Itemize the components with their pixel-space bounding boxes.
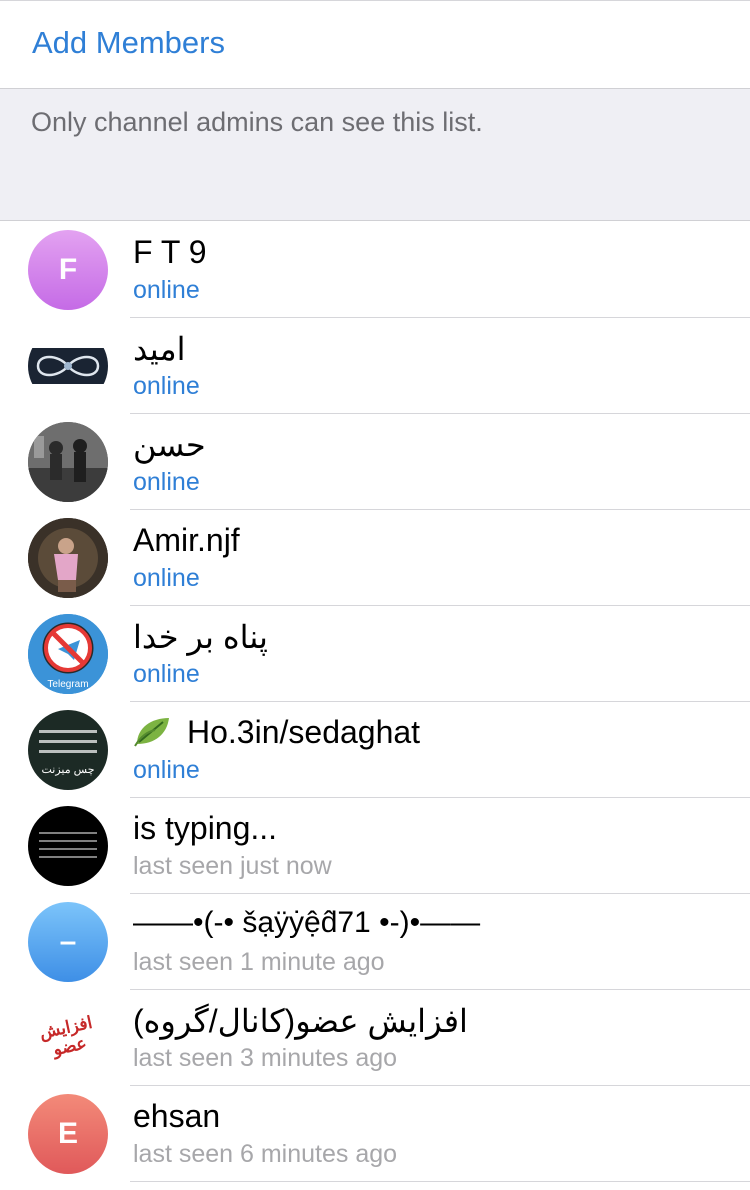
add-members-label: Add Members <box>32 25 225 60</box>
avatar-caption: چس میزنت <box>41 764 95 776</box>
member-name: Ho.3in/sedaghat <box>133 714 420 752</box>
member-row[interactable]: Telegram پناه بر خدا online <box>0 606 750 702</box>
member-row[interactable]: – ——•(-• šạÿẏệd̂71 •-)•—— last seen 1 mi… <box>0 894 750 990</box>
member-name: ehsan <box>133 1098 221 1134</box>
avatar: E <box>28 1094 108 1174</box>
member-name: حسن <box>133 427 206 463</box>
member-name: ——•(-• šạÿẏệd̂71 •-)•—— <box>133 906 481 939</box>
member-name: امید <box>133 331 186 367</box>
avatar-text-line <box>39 832 97 834</box>
member-list: F F T 9 online امید online حسن online Am… <box>0 222 750 1182</box>
member-name: is typing... <box>133 810 278 846</box>
avatar: F <box>28 230 108 310</box>
avatar: چس میزنت <box>28 710 108 790</box>
member-row[interactable]: افزایش عضو افزایش عضو(کانال/گروه) last s… <box>0 990 750 1086</box>
avatar <box>28 326 108 406</box>
member-row[interactable]: is typing... last seen just now <box>0 798 750 894</box>
row-divider <box>130 1181 750 1182</box>
avatar-text-line <box>39 740 97 743</box>
avatar-initial: F <box>58 253 78 286</box>
member-status: online <box>133 564 200 592</box>
member-row[interactable]: F F T 9 online <box>0 222 750 318</box>
member-status: last seen 1 minute ago <box>133 948 385 976</box>
member-name: افزایش عضو(کانال/گروه) <box>133 1003 468 1039</box>
avatar-caption: Telegram <box>47 679 89 690</box>
person-photo-icon <box>28 518 108 598</box>
add-members-button[interactable]: Add Members <box>0 1 750 88</box>
member-status: online <box>133 468 200 496</box>
member-status: online <box>133 660 200 688</box>
admin-notice-text: Only channel admins can see this list. <box>31 107 483 137</box>
member-row[interactable]: چس میزنت Ho.3in/sedaghat online <box>0 702 750 798</box>
member-name: F T 9 <box>133 234 207 270</box>
member-name-text: Ho.3in/sedaghat <box>187 714 421 750</box>
avatar: – <box>28 902 108 982</box>
avatar-text-line <box>39 848 97 850</box>
avatar-caption: افزایش عضو <box>37 1013 94 1060</box>
member-name: Amir.njf <box>133 522 240 558</box>
avatar <box>28 806 108 886</box>
member-status: last seen just now <box>133 852 332 880</box>
avatar-text-line <box>39 840 97 842</box>
leaf-emoji-icon <box>134 717 169 747</box>
admin-notice: Only channel admins can see this list. <box>0 88 750 221</box>
avatar-initial: E <box>57 1117 78 1150</box>
avatar-text-line <box>39 730 97 733</box>
avatar <box>28 422 108 502</box>
member-row[interactable]: Amir.njf online <box>0 510 750 606</box>
member-row[interactable]: E ehsan last seen 6 minutes ago <box>0 1086 750 1182</box>
member-status: last seen 6 minutes ago <box>133 1140 398 1168</box>
people-photo-icon <box>28 422 108 502</box>
avatar: Telegram <box>28 614 108 694</box>
infinity-image-icon <box>28 348 108 384</box>
avatar-text-line <box>39 856 97 858</box>
member-status: online <box>133 756 200 784</box>
avatar: افزایش عضو <box>28 998 108 1078</box>
avatar-text-line <box>39 750 97 753</box>
member-status: online <box>133 276 200 304</box>
member-row[interactable]: حسن online <box>0 414 750 510</box>
member-name: پناه بر خدا <box>133 619 268 655</box>
avatar <box>28 518 108 598</box>
member-row[interactable]: امید online <box>0 318 750 414</box>
avatar-initial: – <box>59 925 77 958</box>
member-status: last seen 3 minutes ago <box>133 1044 398 1072</box>
member-status: online <box>133 372 200 400</box>
